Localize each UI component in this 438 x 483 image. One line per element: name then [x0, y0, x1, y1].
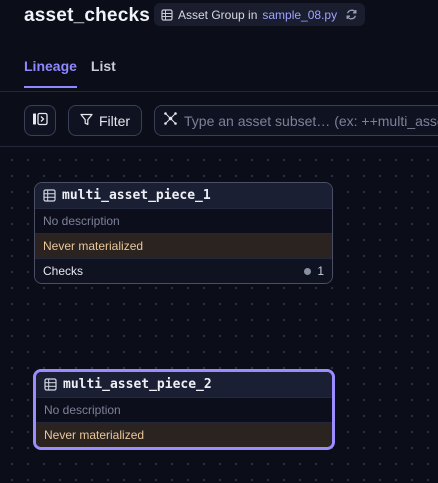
- asset-node-multi-asset-piece-2[interactable]: multi_asset_piece_2 No description Never…: [33, 369, 335, 450]
- page-title: asset_checks: [24, 5, 151, 26]
- asset-node-description: No description: [35, 208, 332, 233]
- view-tabs: Lineage List: [24, 58, 116, 88]
- refresh-icon[interactable]: [345, 8, 358, 21]
- asset-group-location-link[interactable]: sample_08.py: [262, 8, 337, 22]
- filter-icon: [80, 113, 93, 129]
- page-header: asset_checks Asset Group in sample_08.py: [0, 0, 438, 92]
- tab-list[interactable]: List: [91, 58, 116, 88]
- table-icon: [43, 189, 56, 202]
- asset-selection-icon: [163, 111, 178, 131]
- asset-node-checks-label: Checks: [43, 264, 84, 278]
- asset-group-icon: [161, 8, 173, 21]
- tab-lineage[interactable]: Lineage: [24, 58, 77, 88]
- asset-selection-search[interactable]: [154, 105, 438, 136]
- asset-group-chip[interactable]: Asset Group in sample_08.py: [154, 3, 366, 26]
- asset-group-prefix: Asset Group in: [178, 7, 258, 22]
- asset-node-name: multi_asset_piece_1: [62, 188, 211, 203]
- asset-node-status: Never materialized: [35, 233, 332, 258]
- asset-node-header[interactable]: multi_asset_piece_1: [35, 183, 332, 208]
- table-icon: [44, 378, 57, 391]
- asset-node-name: multi_asset_piece_2: [63, 377, 212, 392]
- filter-button[interactable]: Filter: [68, 105, 142, 136]
- asset-graph-app: asset_checks Asset Group in sample_08.py: [0, 0, 438, 483]
- sidebar-toggle-icon: [32, 112, 48, 129]
- asset-node-status: Never materialized: [36, 422, 332, 447]
- asset-node-description: No description: [36, 397, 332, 422]
- filter-label: Filter: [98, 112, 131, 129]
- asset-node-header[interactable]: multi_asset_piece_2: [36, 372, 332, 397]
- lineage-graph-canvas[interactable]: multi_asset_piece_1 No description Never…: [0, 148, 438, 483]
- checks-count-value: 1: [317, 264, 324, 278]
- toggle-sidebar-button[interactable]: [24, 105, 56, 136]
- asset-selection-input[interactable]: [184, 112, 438, 129]
- asset-node-checks-row[interactable]: Checks 1: [35, 258, 332, 283]
- graph-toolbar: Filter: [0, 93, 438, 147]
- asset-node-multi-asset-piece-1[interactable]: multi_asset_piece_1 No description Never…: [34, 182, 333, 284]
- asset-node-checks-count: 1: [304, 264, 324, 278]
- check-status-dot-icon: [304, 267, 312, 275]
